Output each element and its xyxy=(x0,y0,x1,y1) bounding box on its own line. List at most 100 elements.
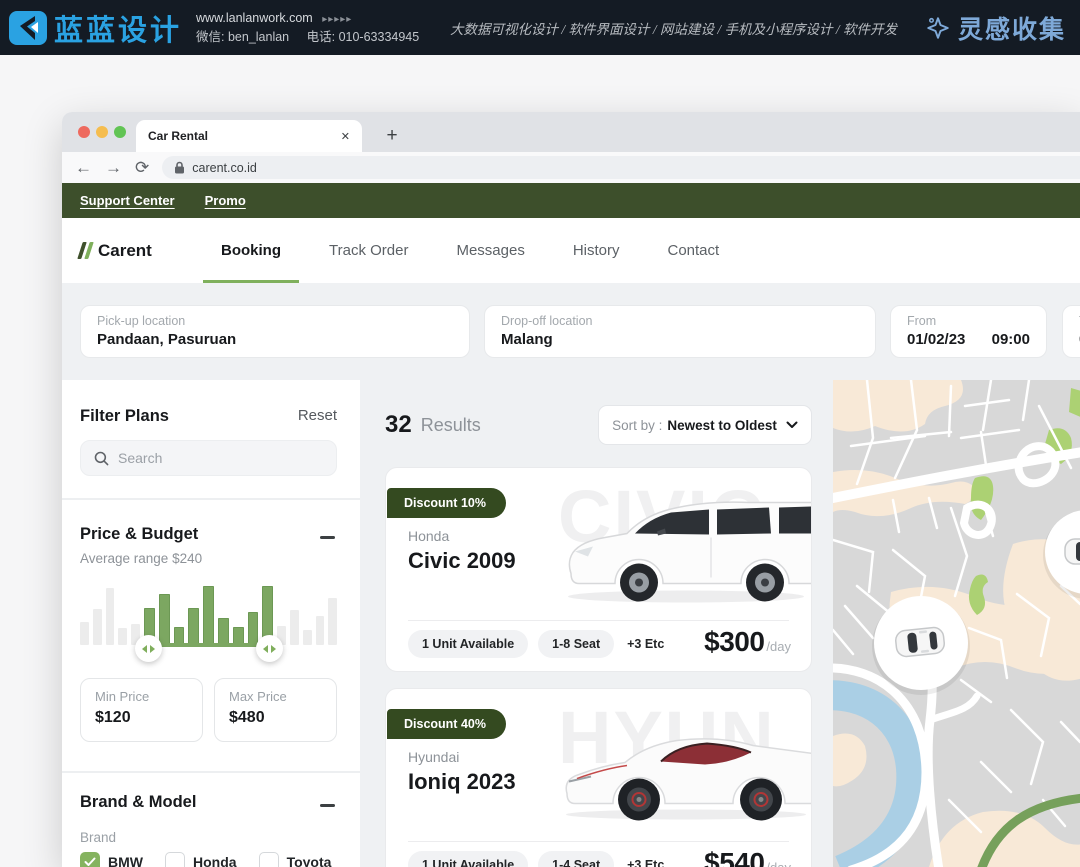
agency-phone: 电话: 010-63334945 xyxy=(307,30,420,44)
brand-option-honda[interactable]: Honda xyxy=(165,852,237,867)
minimize-window-button[interactable] xyxy=(96,126,108,138)
min-price-field[interactable]: Min Price $120 xyxy=(80,678,203,742)
from-label: From xyxy=(907,314,1030,328)
car-brand: Hyundai xyxy=(408,749,459,765)
browser-tab[interactable]: Car Rental ✕ xyxy=(136,120,362,152)
card-divider xyxy=(408,620,789,621)
collapse-brand-icon[interactable] xyxy=(320,804,335,807)
carent-logo-label: Carent xyxy=(98,241,152,261)
car-model: Civic 2009 xyxy=(408,548,516,574)
filter-search-box[interactable] xyxy=(80,440,337,476)
screenshot-stage: 蓝蓝设计 www.lanlanwork.com ▸▸▸▸▸ 微信: ben_la… xyxy=(0,0,1080,867)
results-count: 32 Results xyxy=(385,405,481,445)
max-price-label: Max Price xyxy=(229,689,322,704)
histogram-bar xyxy=(118,628,127,645)
checkbox-honda[interactable] xyxy=(165,852,185,867)
histogram-bar xyxy=(159,594,170,645)
brand-group-label: Brand xyxy=(80,830,116,845)
dropoff-location-field[interactable]: Drop-off location Malang xyxy=(484,305,876,358)
close-window-button[interactable] xyxy=(78,126,90,138)
tab-close-icon[interactable]: ✕ xyxy=(341,130,350,143)
carent-logo[interactable]: Carent xyxy=(80,218,152,283)
agency-url[interactable]: www.lanlanwork.com xyxy=(196,11,313,25)
nav-item-history[interactable]: History xyxy=(569,218,624,283)
price-histogram xyxy=(80,585,337,645)
car-photo-civic xyxy=(561,490,811,608)
price-unit: /day xyxy=(766,860,791,867)
brand-options-row: BMW Honda Toyota xyxy=(80,852,331,867)
main-nav: Carent Booking Track Order Messages Hist… xyxy=(62,218,1080,283)
page-viewport: Support Center Promo Carent Booking Trac… xyxy=(62,183,1080,867)
price-value: $300 xyxy=(704,626,764,658)
results-number: 32 xyxy=(385,411,412,439)
discount-badge: Discount 40% xyxy=(387,709,506,739)
car-card-ioniq[interactable]: HYUN Discount 40% Hyundai Ioniq 2023 xyxy=(385,688,812,867)
filter-search-input[interactable] xyxy=(118,450,298,466)
promo-bar: Support Center Promo xyxy=(62,183,1080,218)
average-range-label: Average range $240 xyxy=(80,551,202,566)
nav-item-track-order[interactable]: Track Order xyxy=(325,218,412,283)
sort-value: Newest to Oldest xyxy=(667,418,777,433)
pickup-location-field[interactable]: Pick-up location Pandaan, Pasuruan xyxy=(80,305,470,358)
card-price: $300 /day xyxy=(704,626,791,658)
histogram-bar xyxy=(303,630,312,645)
range-track xyxy=(148,643,270,647)
max-price-field[interactable]: Max Price $480 xyxy=(214,678,337,742)
maximize-window-button[interactable] xyxy=(114,126,126,138)
sidebar-divider xyxy=(62,498,360,500)
support-center-link[interactable]: Support Center xyxy=(80,193,175,208)
histogram-bar xyxy=(328,598,337,645)
browser-window: Car Rental ✕ + ← → ⟳ carent.co.id Suppor… xyxy=(62,112,1080,867)
brand-label-toyota: Toyota xyxy=(287,854,332,867)
sort-dropdown[interactable]: Sort by : Newest to Oldest xyxy=(598,405,812,445)
brand-label-bmw: BMW xyxy=(108,854,143,867)
chevron-down-icon xyxy=(786,421,798,429)
forward-icon[interactable]: → xyxy=(105,159,122,176)
browser-toolbar: ← → ⟳ carent.co.id xyxy=(62,152,1080,183)
agency-wechat: 微信: ben_lanlan xyxy=(196,30,289,44)
collapse-price-icon[interactable] xyxy=(320,536,335,539)
from-datetime-field[interactable]: From 01/02/23 09:00 xyxy=(890,305,1047,358)
nav-item-contact[interactable]: Contact xyxy=(664,218,724,283)
seats-pill: 1-4 Seat xyxy=(538,851,614,867)
car-model: Ioniq 2023 xyxy=(408,769,516,795)
nav-item-booking[interactable]: Booking xyxy=(217,218,285,283)
min-price-label: Min Price xyxy=(95,689,188,704)
min-price-value: $120 xyxy=(95,709,188,727)
new-tab-button[interactable]: + xyxy=(378,120,406,152)
collect-label: 灵感收集 xyxy=(958,10,1066,46)
map-panel[interactable] xyxy=(833,380,1080,867)
promo-link[interactable]: Promo xyxy=(205,193,246,208)
nav-item-messages[interactable]: Messages xyxy=(452,218,528,283)
agency-logo[interactable]: 蓝蓝设计 xyxy=(8,7,182,49)
sparkle-star-icon xyxy=(925,15,951,41)
card-feature-pills: 1 Unit Available 1-8 Seat +3 Etc xyxy=(408,629,664,659)
brand-label-honda: Honda xyxy=(193,854,237,867)
histogram-bar xyxy=(248,612,259,645)
to-datetime-field-partial[interactable]: T 0 xyxy=(1062,305,1080,358)
url-bar[interactable]: carent.co.id xyxy=(162,156,1080,179)
inspiration-collect[interactable]: 灵感收集 xyxy=(925,10,1066,46)
range-handle-min[interactable] xyxy=(135,635,162,662)
url-text: carent.co.id xyxy=(192,161,257,175)
brand-option-toyota[interactable]: Toyota xyxy=(259,852,332,867)
extra-features-label: +3 Etc xyxy=(627,858,664,867)
pickup-label: Pick-up location xyxy=(97,314,453,328)
checkbox-toyota[interactable] xyxy=(259,852,279,867)
card-feature-pills: 1 Unit Available 1-4 Seat +3 Etc xyxy=(408,850,664,867)
histogram-bar xyxy=(106,588,115,645)
brand-option-bmw[interactable]: BMW xyxy=(80,852,143,867)
back-icon[interactable]: ← xyxy=(75,159,92,176)
arrows-decoration: ▸▸▸▸▸ xyxy=(322,14,352,25)
discount-badge: Discount 10% xyxy=(387,488,506,518)
agency-brand-name: 蓝蓝设计 xyxy=(54,7,182,49)
reload-icon[interactable]: ⟳ xyxy=(135,159,149,176)
dropoff-value: Malang xyxy=(501,331,859,348)
car-card-civic[interactable]: CIVIC Discount 10% Honda Civic 2009 xyxy=(385,467,812,672)
checkbox-bmw[interactable] xyxy=(80,852,100,867)
lock-icon xyxy=(174,161,185,174)
range-handle-max[interactable] xyxy=(256,635,283,662)
reset-filters-button[interactable]: Reset xyxy=(298,407,337,424)
sort-by-label: Sort by : xyxy=(612,418,662,433)
agency-services: 大数据可视化设计 / 软件界面设计 / 网站建设 / 手机及小程序设计 / 软件… xyxy=(450,18,897,38)
